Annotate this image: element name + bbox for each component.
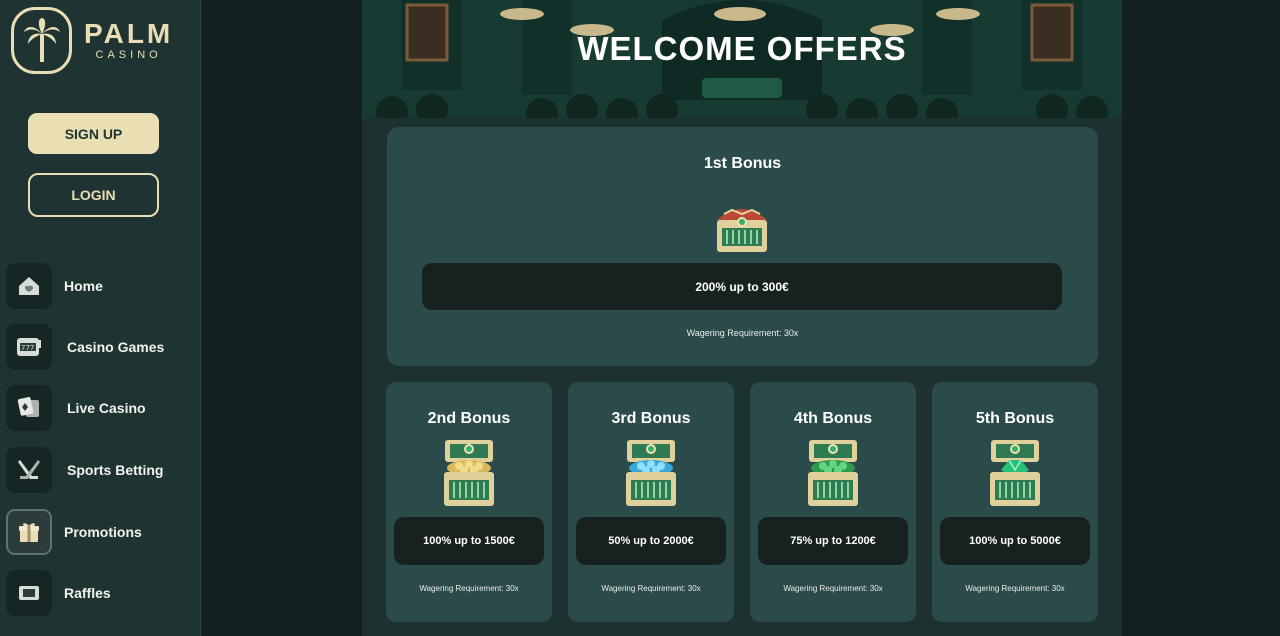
bonus-offer[interactable]: 100% up to 5000€ [940,517,1090,565]
treasure-chest-blue-gems-icon [623,440,679,513]
login-button[interactable]: LOGIN [28,173,159,217]
bonus-offer[interactable]: 75% up to 1200€ [758,517,908,565]
sidebar-item-label: Raffles [64,585,111,601]
logo[interactable]: PALM CASINO [11,5,191,75]
treasure-chest-gold-icon [441,440,497,513]
sidebar-item-promotions[interactable]: Promotions [6,509,196,555]
wagering-requirement: Wagering Requirement: 30x [601,584,701,593]
gift-icon [6,509,52,555]
wagering-requirement: Wagering Requirement: 30x [783,584,883,593]
sidebar-item-label: Home [64,278,103,294]
sidebar-item-label: Sports Betting [67,462,164,478]
wagering-requirement: Wagering Requirement: 30x [419,584,519,593]
svg-text:777: 777 [21,344,34,352]
bonus-title: 4th Bonus [793,410,873,427]
brand-subtitle: CASINO [95,48,162,61]
page-title: WELCOME OFFERS [577,30,907,67]
bonus-title: 1st Bonus [703,155,782,172]
bonus-card-5: 5th Bonus 100% up to 5000€ Wagering Requ… [932,382,1098,622]
brand-title: PALM [84,17,174,49]
bonus-offer[interactable]: 200% up to 300€ [422,263,1062,310]
bonus-card-3: 3rd Bonus 50% up to 2000€ Wagering Requi… [568,382,734,622]
sidebar-item-label: Live Casino [67,400,146,416]
palm-tree-icon [11,6,72,74]
sidebar: PALM CASINO SIGN UP LOGIN Home 777 Casin… [0,0,201,636]
wagering-requirement: Wagering Requirement: 30x [965,584,1065,593]
slot-machine-icon: 777 [6,324,52,370]
sidebar-item-live-casino[interactable]: Live Casino [6,385,196,431]
bonus-title: 2nd Bonus [427,410,511,427]
house-icon [6,263,52,309]
playing-cards-icon [6,385,52,431]
bonus-card-1: 1st Bonus 200% up to 300€ Wagering Requi… [387,127,1098,366]
bonus-title: 3rd Bonus [611,410,691,427]
wagering-requirement: Wagering Requirement: 30x [686,328,799,338]
sidebar-item-label: Promotions [64,524,142,540]
treasure-chest-green-gems-icon [805,440,861,513]
sidebar-item-home[interactable]: Home [6,263,196,309]
bonus-offer[interactable]: 50% up to 2000€ [576,517,726,565]
sidebar-item-casino-games[interactable]: 777 Casino Games [6,324,196,370]
bonus-title: 5th Bonus [975,410,1055,427]
bonus-card-4: 4th Bonus 75% up to 1200€ Wagering Requi… [750,382,916,622]
sign-up-button[interactable]: SIGN UP [28,113,159,154]
bonus-card-2: 2nd Bonus 100% up to 1500€ Wagering Requ… [386,382,552,622]
treasure-chest-emerald-icon [987,440,1043,513]
hero-banner: WELCOME OFFERS [362,0,1122,130]
sidebar-item-label: Casino Games [67,339,165,355]
promotions-content: WELCOME OFFERS 1st Bonus 200% up to 300€… [362,0,1122,636]
sidebar-item-sports-betting[interactable]: Sports Betting [6,447,196,493]
hockey-sticks-icon [6,447,52,493]
ticket-icon [6,570,52,616]
treasure-chest-icon [714,200,770,259]
sidebar-item-raffles[interactable]: Raffles [6,570,196,616]
bonus-offer[interactable]: 100% up to 1500€ [394,517,544,565]
